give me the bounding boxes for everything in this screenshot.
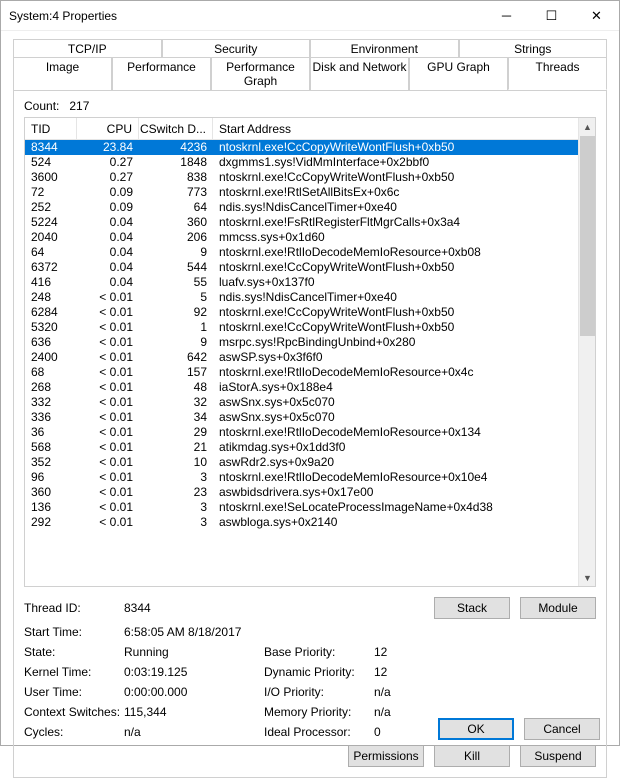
table-row[interactable]: 52240.04360ntoskrnl.exe!FsRtlRegisterFlt… <box>25 215 578 230</box>
count-label: Count: <box>24 99 59 113</box>
lbl-io-pri: I/O Priority: <box>264 685 374 699</box>
lbl-state: State: <box>24 645 124 659</box>
stack-button[interactable]: Stack <box>434 597 510 619</box>
kill-button[interactable]: Kill <box>434 745 510 767</box>
cancel-button[interactable]: Cancel <box>524 718 600 740</box>
threads-table[interactable]: TID CPU CSwitch D... Start Address 83442… <box>24 117 596 587</box>
val-ideal: 0 <box>374 725 434 739</box>
permissions-button[interactable]: Permissions <box>348 745 424 767</box>
lbl-dyn-pri: Dynamic Priority: <box>264 665 374 679</box>
close-button[interactable]: ✕ <box>574 1 619 31</box>
table-row[interactable]: 292< 0.013aswbloga.sys+0x2140 <box>25 515 578 530</box>
tab-threads[interactable]: Threads <box>508 57 607 90</box>
lbl-start-time: Start Time: <box>24 625 124 639</box>
val-dyn-pri: 12 <box>374 665 434 679</box>
tab-tcp-ip[interactable]: TCP/IP <box>13 39 162 58</box>
col-cswitch[interactable]: CSwitch D... <box>139 118 213 140</box>
table-row[interactable]: 640.049ntoskrnl.exe!RtlIoDecodeMemIoReso… <box>25 245 578 260</box>
tab-strip: TCP/IPSecurityEnvironmentStrings ImagePe… <box>13 39 607 91</box>
minimize-button[interactable]: ─ <box>484 1 529 31</box>
titlebar: System:4 Properties ─ ☐ ✕ <box>1 1 619 31</box>
table-row[interactable]: 136< 0.013ntoskrnl.exe!SeLocateProcessIm… <box>25 500 578 515</box>
table-row[interactable]: 720.09773ntoskrnl.exe!RtlSetAllBitsEx+0x… <box>25 185 578 200</box>
val-cycles: n/a <box>124 725 264 739</box>
val-user-time: 0:00:00.000 <box>124 685 264 699</box>
table-row[interactable]: 20400.04206mmcss.sys+0x1d60 <box>25 230 578 245</box>
col-start-address[interactable]: Start Address <box>213 118 578 140</box>
lbl-mem-pri: Memory Priority: <box>264 705 374 719</box>
val-io-pri: n/a <box>374 685 434 699</box>
table-row[interactable]: 352< 0.0110aswRdr2.sys+0x9a20 <box>25 455 578 470</box>
tab-security[interactable]: Security <box>162 39 311 58</box>
tab-performance-graph[interactable]: Performance Graph <box>211 57 310 90</box>
maximize-button[interactable]: ☐ <box>529 1 574 31</box>
table-row[interactable]: 63720.04544ntoskrnl.exe!CcCopyWriteWontF… <box>25 260 578 275</box>
val-start-time: 6:58:05 AM 8/18/2017 <box>124 625 596 639</box>
table-row[interactable]: 248< 0.015ndis.sys!NdisCancelTimer+0xe40 <box>25 290 578 305</box>
table-row[interactable]: 36000.27838ntoskrnl.exe!CcCopyWriteWontF… <box>25 170 578 185</box>
val-mem-pri: n/a <box>374 705 434 719</box>
tab-panel-threads: Count: 217 TID CPU CSwitch D... Start Ad… <box>13 90 607 778</box>
count-value: 217 <box>69 99 89 113</box>
table-row[interactable]: 4160.0455luafv.sys+0x137f0 <box>25 275 578 290</box>
lbl-cycles: Cycles: <box>24 725 124 739</box>
lbl-kernel-time: Kernel Time: <box>24 665 124 679</box>
tab-strings[interactable]: Strings <box>459 39 608 58</box>
val-kernel-time: 0:03:19.125 <box>124 665 264 679</box>
table-header: TID CPU CSwitch D... Start Address <box>25 118 578 140</box>
val-ctx: 115,344 <box>124 705 264 719</box>
table-row[interactable]: 96< 0.013ntoskrnl.exe!RtlIoDecodeMemIoRe… <box>25 470 578 485</box>
table-row[interactable]: 636< 0.019msrpc.sys!RpcBindingUnbind+0x2… <box>25 335 578 350</box>
lbl-ideal: Ideal Processor: <box>264 725 374 739</box>
val-state: Running <box>124 645 264 659</box>
table-row[interactable]: 336< 0.0134aswSnx.sys+0x5c070 <box>25 410 578 425</box>
scroll-up-icon[interactable]: ▲ <box>579 118 596 135</box>
table-row[interactable]: 332< 0.0132aswSnx.sys+0x5c070 <box>25 395 578 410</box>
module-button[interactable]: Module <box>520 597 596 619</box>
window-title: System:4 Properties <box>9 9 484 23</box>
tab-performance[interactable]: Performance <box>112 57 211 90</box>
suspend-button[interactable]: Suspend <box>520 745 596 767</box>
tab-gpu-graph[interactable]: GPU Graph <box>409 57 508 90</box>
scroll-thumb[interactable] <box>580 136 595 336</box>
table-row[interactable]: 834423.844236ntoskrnl.exe!CcCopyWriteWon… <box>25 140 578 155</box>
tab-disk-and-network[interactable]: Disk and Network <box>310 57 409 90</box>
val-thread-id: 8344 <box>124 601 264 615</box>
table-row[interactable]: 68< 0.01157ntoskrnl.exe!RtlIoDecodeMemIo… <box>25 365 578 380</box>
lbl-thread-id: Thread ID: <box>24 601 124 615</box>
scrollbar[interactable]: ▲ ▼ <box>578 118 595 586</box>
tab-environment[interactable]: Environment <box>310 39 459 58</box>
col-tid[interactable]: TID <box>25 118 77 140</box>
scroll-down-icon[interactable]: ▼ <box>579 569 596 586</box>
lbl-base-pri: Base Priority: <box>264 645 374 659</box>
table-row[interactable]: 2520.0964ndis.sys!NdisCancelTimer+0xe40 <box>25 200 578 215</box>
ok-button[interactable]: OK <box>438 718 514 740</box>
table-row[interactable]: 268< 0.0148iaStorA.sys+0x188e4 <box>25 380 578 395</box>
table-row[interactable]: 2400< 0.01642aswSP.sys+0x3f6f0 <box>25 350 578 365</box>
table-row[interactable]: 36< 0.0129ntoskrnl.exe!RtlIoDecodeMemIoR… <box>25 425 578 440</box>
lbl-ctx: Context Switches: <box>24 705 124 719</box>
table-row[interactable]: 5320< 0.011ntoskrnl.exe!CcCopyWriteWontF… <box>25 320 578 335</box>
thread-detail: Thread ID: 8344 Stack Module Start Time:… <box>24 597 596 767</box>
col-cpu[interactable]: CPU <box>77 118 139 140</box>
val-base-pri: 12 <box>374 645 434 659</box>
lbl-user-time: User Time: <box>24 685 124 699</box>
table-row[interactable]: 568< 0.0121atikmdag.sys+0x1dd3f0 <box>25 440 578 455</box>
table-row[interactable]: 6284< 0.0192ntoskrnl.exe!CcCopyWriteWont… <box>25 305 578 320</box>
tab-image[interactable]: Image <box>13 57 112 90</box>
table-row[interactable]: 360< 0.0123aswbidsdrivera.sys+0x17e00 <box>25 485 578 500</box>
table-row[interactable]: 5240.271848dxgmms1.sys!VidMmInterface+0x… <box>25 155 578 170</box>
